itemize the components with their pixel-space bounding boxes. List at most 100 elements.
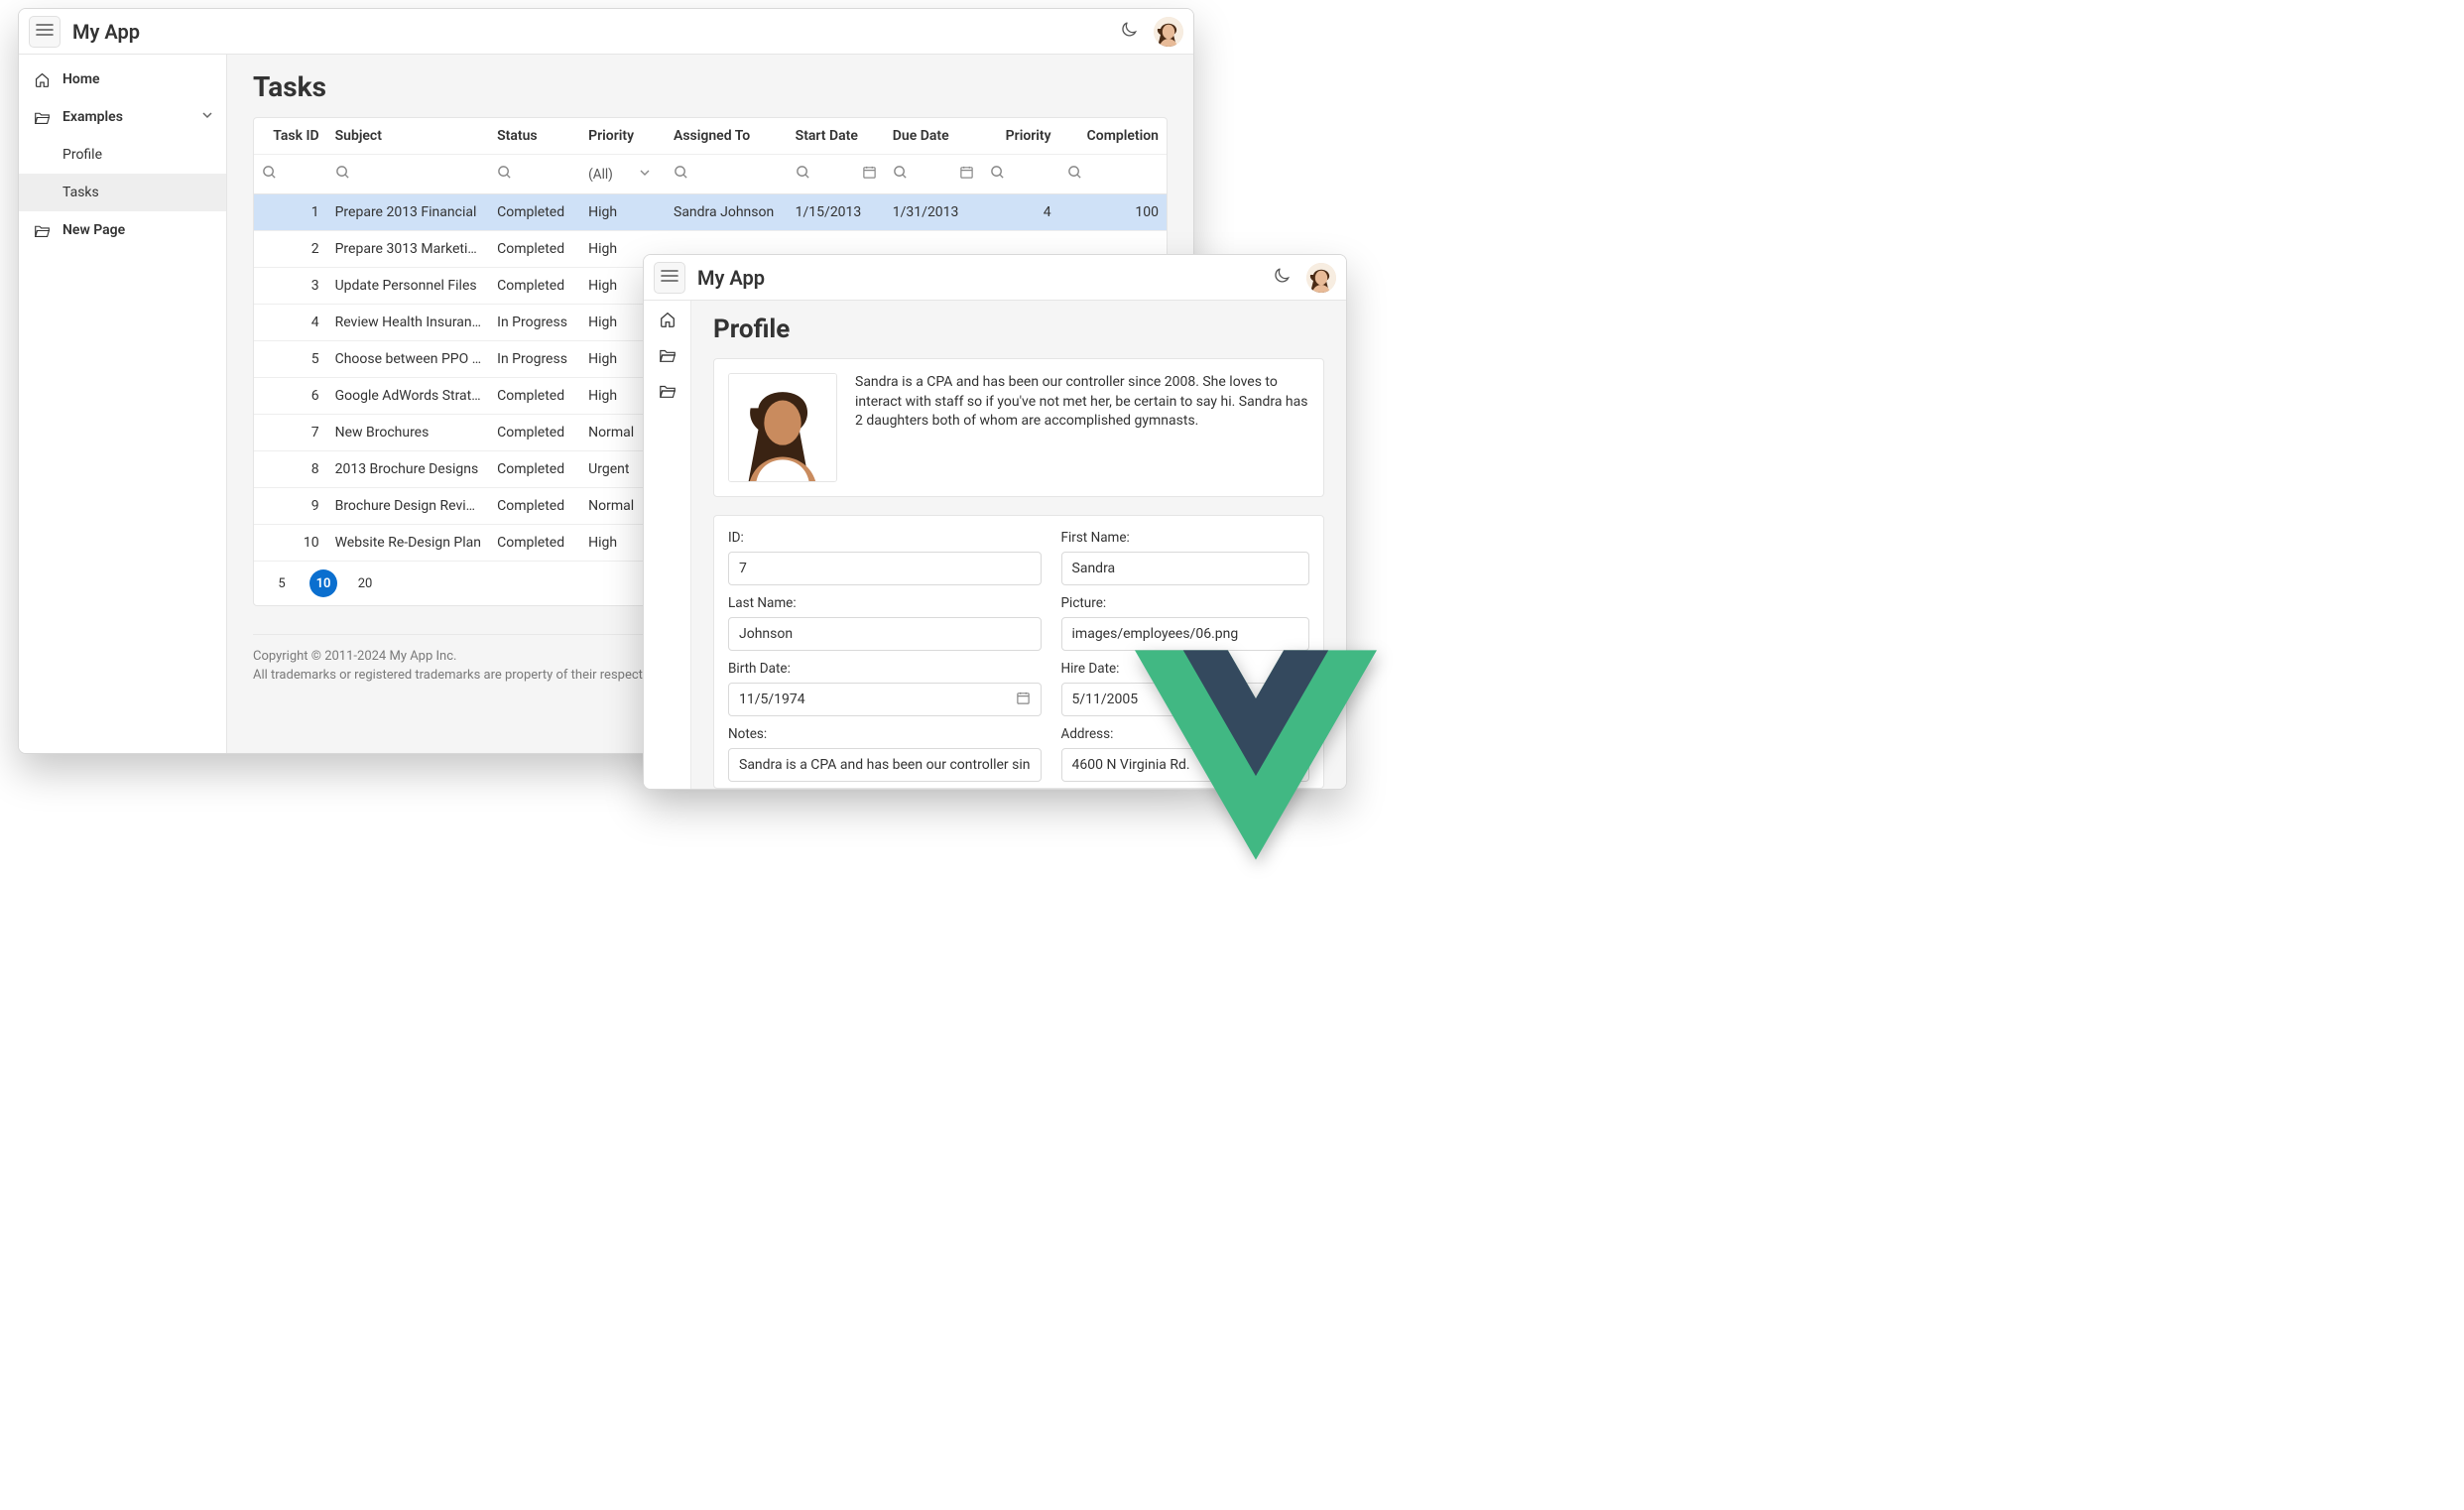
nav-tasks-label: Tasks	[62, 185, 214, 200]
search-icon[interactable]	[796, 165, 810, 184]
table-row[interactable]: 1Prepare 2013 FinancialCompletedHighSand…	[254, 194, 1167, 231]
cell-status: Completed	[489, 231, 580, 268]
search-icon[interactable]	[1067, 165, 1082, 184]
col-task-id[interactable]: Task ID	[254, 118, 327, 155]
hamburger-icon	[36, 22, 54, 41]
topbar: My App	[644, 255, 1346, 301]
menu-toggle-button[interactable]	[29, 16, 61, 48]
field-birth-date: Birth Date: 11/5/1974	[728, 661, 1042, 716]
nav-home-label: Home	[62, 71, 214, 87]
home-icon	[659, 311, 677, 332]
calendar-icon[interactable]	[862, 165, 877, 184]
bio-card: Sandra is a CPA and has been our control…	[713, 358, 1324, 497]
avatar[interactable]	[1306, 263, 1336, 293]
search-icon[interactable]	[497, 165, 512, 184]
cell-subject: Prepare 3013 Marketin…	[327, 231, 490, 268]
cell-status: In Progress	[489, 341, 580, 378]
label-id: ID:	[728, 530, 1042, 546]
label-birth-date: Birth Date:	[728, 661, 1042, 677]
home-icon	[33, 71, 51, 88]
input-picture[interactable]: images/employees/06.png	[1061, 617, 1309, 651]
search-icon[interactable]	[990, 165, 1005, 184]
priority-filter[interactable]: (All)	[588, 167, 658, 183]
cell-due-date: 1/31/2013	[885, 194, 982, 231]
col-status[interactable]: Status	[489, 118, 580, 155]
cell-task-id: 5	[254, 341, 327, 378]
cell-task-id: 7	[254, 415, 327, 451]
nav-examples[interactable]	[657, 346, 678, 368]
moon-icon	[1119, 20, 1139, 44]
page-title: Profile	[713, 315, 1324, 344]
cell-task-id: 10	[254, 525, 327, 562]
cell-priority: High	[580, 194, 666, 231]
nav-tasks[interactable]: Tasks	[19, 174, 226, 211]
theme-toggle-button[interactable]	[1267, 263, 1296, 293]
cell-subject: Website Re-Design Plan	[327, 525, 490, 562]
input-first-name[interactable]: Sandra	[1061, 552, 1309, 585]
page-size-5[interactable]: 5	[268, 569, 296, 597]
col-priority-num[interactable]: Priority	[982, 118, 1059, 155]
nav-home[interactable]: Home	[19, 61, 226, 98]
cell-task-id: 6	[254, 378, 327, 415]
chevron-down-icon	[619, 167, 651, 183]
nav-new-page[interactable]: New Page	[19, 211, 226, 249]
topbar: My App	[19, 9, 1193, 55]
nav-examples[interactable]: Examples	[19, 98, 226, 136]
nav-profile[interactable]: Profile	[19, 136, 226, 174]
nav-examples-label: Examples	[62, 109, 200, 125]
input-last-name[interactable]: Johnson	[728, 617, 1042, 651]
folder-icon	[33, 222, 51, 239]
label-first-name: First Name:	[1061, 530, 1309, 546]
cell-subject: Update Personnel Files	[327, 268, 490, 305]
calendar-icon[interactable]	[1016, 691, 1031, 709]
page-size-20[interactable]: 20	[351, 569, 379, 597]
theme-toggle-button[interactable]	[1114, 17, 1144, 47]
bio-text: Sandra is a CPA and has been our control…	[855, 373, 1309, 482]
col-subject[interactable]: Subject	[327, 118, 490, 155]
filter-all-label: (All)	[588, 167, 613, 183]
input-birth-date[interactable]: 11/5/1974	[728, 683, 1042, 716]
field-picture: Picture: images/employees/06.png	[1061, 595, 1309, 651]
col-due-date[interactable]: Due Date	[885, 118, 982, 155]
vue-logo	[1135, 650, 1377, 860]
profile-photo	[728, 373, 837, 482]
search-icon[interactable]	[674, 165, 688, 184]
table-header-row: Task ID Subject Status Priority Assigned…	[254, 118, 1167, 155]
nav-new-page[interactable]	[657, 382, 678, 404]
avatar[interactable]	[1154, 17, 1183, 47]
input-notes[interactable]: Sandra is a CPA and has been our control…	[728, 748, 1042, 782]
cell-task-id: 8	[254, 451, 327, 488]
search-icon[interactable]	[335, 165, 350, 184]
cell-subject: Review Health Insuranc…	[327, 305, 490, 341]
col-assigned-to[interactable]: Assigned To	[666, 118, 788, 155]
cell-completion: 100	[1059, 194, 1167, 231]
cell-subject: Brochure Design Review	[327, 488, 490, 525]
hamburger-icon	[661, 268, 678, 287]
chevron-down-icon	[200, 108, 214, 126]
search-icon[interactable]	[262, 165, 277, 184]
folder-icon	[659, 382, 677, 404]
input-id[interactable]: 7	[728, 552, 1042, 585]
cell-status: Completed	[489, 488, 580, 525]
label-notes: Notes:	[728, 726, 1042, 742]
field-first-name: First Name: Sandra	[1061, 530, 1309, 585]
page-title: Tasks	[253, 70, 1168, 103]
cell-status: Completed	[489, 525, 580, 562]
label-last-name: Last Name:	[728, 595, 1042, 611]
cell-subject: 2013 Brochure Designs	[327, 451, 490, 488]
calendar-icon[interactable]	[959, 165, 974, 184]
cell-status: Completed	[489, 194, 580, 231]
page-size-10[interactable]: 10	[309, 569, 337, 597]
nav-home[interactable]	[657, 311, 678, 332]
field-id: ID: 7	[728, 530, 1042, 585]
filter-row: (All)	[254, 155, 1167, 194]
col-start-date[interactable]: Start Date	[788, 118, 885, 155]
nav-profile-label: Profile	[62, 147, 214, 163]
search-icon[interactable]	[893, 165, 908, 184]
menu-toggle-button[interactable]	[654, 262, 685, 294]
col-completion[interactable]: Completion	[1059, 118, 1167, 155]
app-title: My App	[697, 266, 765, 290]
cell-status: Completed	[489, 268, 580, 305]
col-priority[interactable]: Priority	[580, 118, 666, 155]
mini-sidebar	[644, 301, 691, 789]
